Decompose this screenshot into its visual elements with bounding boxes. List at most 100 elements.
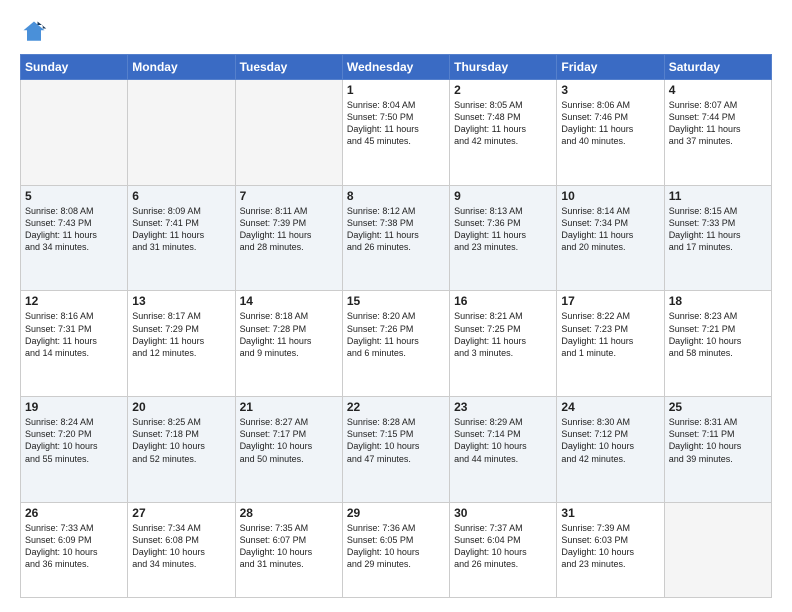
day-number: 9 (454, 189, 552, 203)
calendar-cell: 27Sunrise: 7:34 AM Sunset: 6:08 PM Dayli… (128, 502, 235, 597)
day-number: 17 (561, 294, 659, 308)
calendar-cell: 23Sunrise: 8:29 AM Sunset: 7:14 PM Dayli… (450, 397, 557, 503)
calendar-cell (664, 502, 771, 597)
calendar-cell (21, 80, 128, 186)
calendar-cell: 16Sunrise: 8:21 AM Sunset: 7:25 PM Dayli… (450, 291, 557, 397)
day-number: 14 (240, 294, 338, 308)
calendar-cell: 7 Sunrise: 8:11 AM Sunset: 7:39 PM Daylig… (235, 185, 342, 291)
day-number: 31 (561, 506, 659, 520)
day-info: Sunrise: 8:08 AM Sunset: 7:43 PM Dayligh… (25, 205, 123, 254)
week-row-2: 5 Sunrise: 8:08 AM Sunset: 7:43 PM Daylig… (21, 185, 772, 291)
day-info: Sunrise: 8:28 AM Sunset: 7:15 PM Dayligh… (347, 416, 445, 465)
logo (20, 18, 52, 46)
day-info: Sunrise: 8:04 AM Sunset: 7:50 PM Dayligh… (347, 99, 445, 148)
day-info: Sunrise: 7:35 AM Sunset: 6:07 PM Dayligh… (240, 522, 338, 571)
day-info: Sunrise: 7:34 AM Sunset: 6:08 PM Dayligh… (132, 522, 230, 571)
day-info: Sunrise: 8:05 AM Sunset: 7:48 PM Dayligh… (454, 99, 552, 148)
day-number: 28 (240, 506, 338, 520)
calendar-cell: 1 Sunrise: 8:04 AM Sunset: 7:50 PM Daylig… (342, 80, 449, 186)
calendar-cell (235, 80, 342, 186)
weekday-header-saturday: Saturday (664, 55, 771, 80)
logo-icon (20, 18, 48, 46)
day-number: 8 (347, 189, 445, 203)
day-info: Sunrise: 8:15 AM Sunset: 7:33 PM Dayligh… (669, 205, 767, 254)
calendar-cell: 26Sunrise: 7:33 AM Sunset: 6:09 PM Dayli… (21, 502, 128, 597)
day-info: Sunrise: 8:09 AM Sunset: 7:41 PM Dayligh… (132, 205, 230, 254)
day-number: 2 (454, 83, 552, 97)
week-row-5: 26Sunrise: 7:33 AM Sunset: 6:09 PM Dayli… (21, 502, 772, 597)
calendar-cell: 19 Sunrise: 8:24 AM Sunset: 7:20 PM Dayli… (21, 397, 128, 503)
day-info: Sunrise: 8:30 AM Sunset: 7:12 PM Dayligh… (561, 416, 659, 465)
day-number: 7 (240, 189, 338, 203)
weekday-header-tuesday: Tuesday (235, 55, 342, 80)
day-info: Sunrise: 8:20 AM Sunset: 7:26 PM Dayligh… (347, 310, 445, 359)
calendar-cell: 3Sunrise: 8:06 AM Sunset: 7:46 PM Daylig… (557, 80, 664, 186)
day-number: 5 (25, 189, 123, 203)
calendar-cell: 20 Sunrise: 8:25 AM Sunset: 7:18 PM Dayli… (128, 397, 235, 503)
calendar-cell: 13 Sunrise: 8:17 AM Sunset: 7:29 PM Dayli… (128, 291, 235, 397)
calendar-cell: 21 Sunrise: 8:27 AM Sunset: 7:17 PM Dayli… (235, 397, 342, 503)
day-number: 13 (132, 294, 230, 308)
calendar-table: SundayMondayTuesdayWednesdayThursdayFrid… (20, 54, 772, 598)
header (20, 18, 772, 46)
day-number: 6 (132, 189, 230, 203)
week-row-3: 12 Sunrise: 8:16 AM Sunset: 7:31 PM Dayli… (21, 291, 772, 397)
weekday-header-friday: Friday (557, 55, 664, 80)
calendar-cell: 31 Sunrise: 7:39 AM Sunset: 6:03 PM Dayli… (557, 502, 664, 597)
calendar-cell: 18Sunrise: 8:23 AM Sunset: 7:21 PM Dayli… (664, 291, 771, 397)
day-info: Sunrise: 7:37 AM Sunset: 6:04 PM Dayligh… (454, 522, 552, 571)
calendar-cell: 14 Sunrise: 8:18 AM Sunset: 7:28 PM Dayli… (235, 291, 342, 397)
day-number: 18 (669, 294, 767, 308)
day-number: 20 (132, 400, 230, 414)
day-number: 23 (454, 400, 552, 414)
calendar-cell: 6 Sunrise: 8:09 AM Sunset: 7:41 PM Daylig… (128, 185, 235, 291)
day-info: Sunrise: 8:18 AM Sunset: 7:28 PM Dayligh… (240, 310, 338, 359)
calendar-cell: 17 Sunrise: 8:22 AM Sunset: 7:23 PM Dayli… (557, 291, 664, 397)
day-info: Sunrise: 8:16 AM Sunset: 7:31 PM Dayligh… (25, 310, 123, 359)
calendar-cell: 11Sunrise: 8:15 AM Sunset: 7:33 PM Dayli… (664, 185, 771, 291)
day-info: Sunrise: 8:22 AM Sunset: 7:23 PM Dayligh… (561, 310, 659, 359)
calendar-cell: 5 Sunrise: 8:08 AM Sunset: 7:43 PM Daylig… (21, 185, 128, 291)
weekday-header-monday: Monday (128, 55, 235, 80)
day-info: Sunrise: 7:39 AM Sunset: 6:03 PM Dayligh… (561, 522, 659, 571)
day-info: Sunrise: 8:11 AM Sunset: 7:39 PM Dayligh… (240, 205, 338, 254)
day-number: 12 (25, 294, 123, 308)
calendar-cell: 2 Sunrise: 8:05 AM Sunset: 7:48 PM Daylig… (450, 80, 557, 186)
weekday-header-wednesday: Wednesday (342, 55, 449, 80)
day-info: Sunrise: 8:17 AM Sunset: 7:29 PM Dayligh… (132, 310, 230, 359)
day-info: Sunrise: 8:31 AM Sunset: 7:11 PM Dayligh… (669, 416, 767, 465)
page: SundayMondayTuesdayWednesdayThursdayFrid… (0, 0, 792, 612)
weekday-header-row: SundayMondayTuesdayWednesdayThursdayFrid… (21, 55, 772, 80)
day-info: Sunrise: 8:14 AM Sunset: 7:34 PM Dayligh… (561, 205, 659, 254)
day-info: Sunrise: 8:25 AM Sunset: 7:18 PM Dayligh… (132, 416, 230, 465)
calendar-cell: 10 Sunrise: 8:14 AM Sunset: 7:34 PM Dayli… (557, 185, 664, 291)
day-number: 30 (454, 506, 552, 520)
calendar-cell: 4Sunrise: 8:07 AM Sunset: 7:44 PM Daylig… (664, 80, 771, 186)
week-row-4: 19 Sunrise: 8:24 AM Sunset: 7:20 PM Dayli… (21, 397, 772, 503)
calendar-cell: 30 Sunrise: 7:37 AM Sunset: 6:04 PM Dayli… (450, 502, 557, 597)
day-info: Sunrise: 8:06 AM Sunset: 7:46 PM Dayligh… (561, 99, 659, 148)
day-info: Sunrise: 7:36 AM Sunset: 6:05 PM Dayligh… (347, 522, 445, 571)
day-number: 1 (347, 83, 445, 97)
calendar-cell: 15 Sunrise: 8:20 AM Sunset: 7:26 PM Dayli… (342, 291, 449, 397)
day-info: Sunrise: 8:24 AM Sunset: 7:20 PM Dayligh… (25, 416, 123, 465)
calendar-cell: 8 Sunrise: 8:12 AM Sunset: 7:38 PM Daylig… (342, 185, 449, 291)
calendar-cell: 29 Sunrise: 7:36 AM Sunset: 6:05 PM Dayli… (342, 502, 449, 597)
calendar-cell: 28 Sunrise: 7:35 AM Sunset: 6:07 PM Dayli… (235, 502, 342, 597)
day-number: 22 (347, 400, 445, 414)
day-number: 19 (25, 400, 123, 414)
day-info: Sunrise: 8:21 AM Sunset: 7:25 PM Dayligh… (454, 310, 552, 359)
day-number: 24 (561, 400, 659, 414)
day-info: Sunrise: 8:27 AM Sunset: 7:17 PM Dayligh… (240, 416, 338, 465)
weekday-header-sunday: Sunday (21, 55, 128, 80)
day-number: 15 (347, 294, 445, 308)
calendar-cell: 24 Sunrise: 8:30 AM Sunset: 7:12 PM Dayli… (557, 397, 664, 503)
day-number: 25 (669, 400, 767, 414)
calendar-cell: 9Sunrise: 8:13 AM Sunset: 7:36 PM Daylig… (450, 185, 557, 291)
day-info: Sunrise: 7:33 AM Sunset: 6:09 PM Dayligh… (25, 522, 123, 571)
weekday-header-thursday: Thursday (450, 55, 557, 80)
day-number: 21 (240, 400, 338, 414)
day-number: 10 (561, 189, 659, 203)
day-info: Sunrise: 8:12 AM Sunset: 7:38 PM Dayligh… (347, 205, 445, 254)
day-number: 29 (347, 506, 445, 520)
